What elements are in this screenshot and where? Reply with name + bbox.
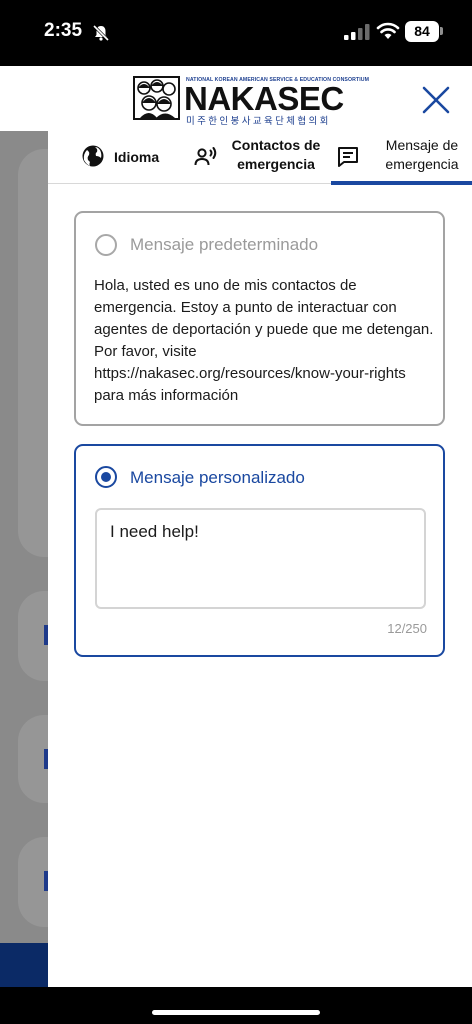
logo-emblem bbox=[133, 76, 180, 120]
close-icon[interactable] bbox=[418, 82, 454, 118]
status-bar: 2:35 84 bbox=[0, 0, 472, 66]
battery-level: 84 bbox=[414, 23, 430, 39]
default-message-option[interactable]: Mensaje predeterminado Hola, usted es un… bbox=[74, 211, 445, 426]
home-indicator[interactable] bbox=[152, 1010, 320, 1015]
wifi-icon bbox=[376, 22, 400, 39]
tab-contactos-label: Contactos de emergencia bbox=[231, 137, 321, 172]
default-message-radio[interactable] bbox=[95, 234, 117, 256]
logo-name: NAKASEC bbox=[184, 80, 344, 117]
bottom-safe-area bbox=[0, 987, 472, 1024]
background-footer bbox=[0, 943, 48, 987]
tab-contactos-de-emergencia[interactable]: Contactos de emergencia bbox=[188, 131, 330, 184]
background-page-overlay bbox=[0, 131, 48, 987]
battery-icon: 84 bbox=[405, 21, 439, 42]
active-tab-indicator bbox=[331, 181, 472, 185]
custom-message-title: Mensaje personalizado bbox=[130, 468, 305, 487]
custom-message-option[interactable]: Mensaje personalizado I need help! 12/25… bbox=[74, 444, 445, 657]
character-counter: 12/250 bbox=[387, 621, 427, 636]
logo-korean-name: 미주한인봉사교육단체협의회 bbox=[186, 116, 331, 127]
tab-idioma[interactable]: Idioma bbox=[48, 131, 188, 184]
default-message-text: Hola, usted es uno de mis contactos de e… bbox=[94, 277, 434, 404]
tab-mensaje-de-emergencia[interactable]: Mensaje de emergencia bbox=[330, 131, 472, 185]
tab-idioma-label: Idioma bbox=[114, 149, 160, 165]
default-message-title: Mensaje predeterminado bbox=[130, 235, 319, 254]
logo-faces-illustration bbox=[137, 79, 176, 118]
tab-mensaje-label: Mensaje de emergencia bbox=[385, 137, 459, 172]
nakasec-logo: NATIONAL KOREAN AMERICAN SERVICE & EDUCA… bbox=[133, 75, 369, 127]
custom-message-input[interactable]: I need help! bbox=[95, 508, 426, 609]
globe-icon bbox=[82, 145, 104, 167]
custom-message-radio[interactable] bbox=[95, 466, 117, 488]
app-header: NATIONAL KOREAN AMERICAN SERVICE & EDUCA… bbox=[0, 66, 472, 131]
person-voice-icon bbox=[194, 147, 217, 166]
background-card bbox=[18, 149, 48, 557]
status-time: 2:35 bbox=[44, 20, 83, 41]
emergency-settings-panel: Idioma Contactos de emergencia Mensaje d… bbox=[48, 131, 472, 987]
bell-slash-icon bbox=[92, 24, 110, 42]
tab-bar: Idioma Contactos de emergencia Mensaje d… bbox=[48, 131, 472, 185]
message-icon bbox=[338, 147, 358, 167]
cellular-signal-icon bbox=[344, 24, 370, 40]
battery-tip bbox=[440, 27, 443, 35]
